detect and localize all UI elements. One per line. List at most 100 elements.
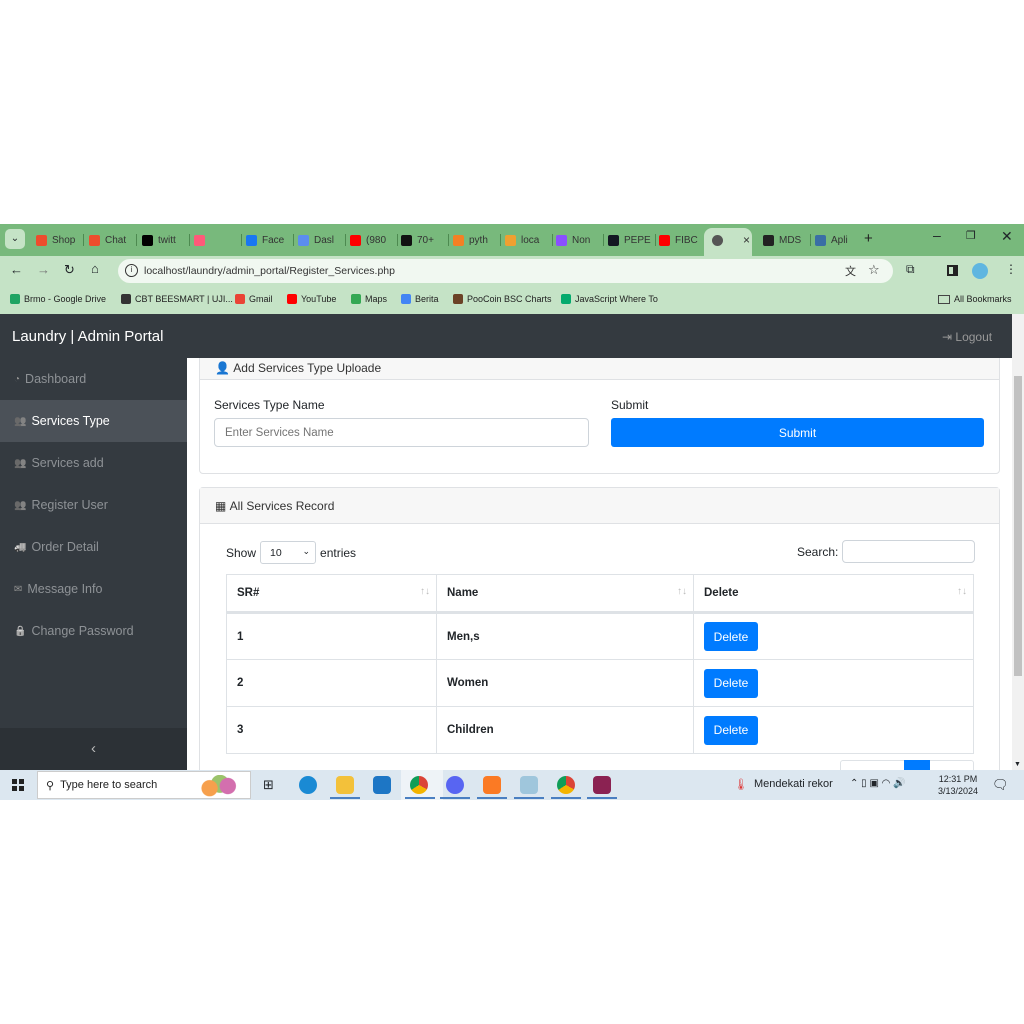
column-name[interactable]: Name ↑↓ [436, 574, 694, 614]
winrar-icon[interactable] [593, 776, 611, 794]
tab-favicon [556, 234, 567, 246]
submit-button[interactable]: Submit [611, 418, 984, 447]
task-view-icon[interactable]: ⊞ [263, 777, 274, 793]
edge-icon[interactable] [299, 776, 317, 794]
browser-tab[interactable]: PEPE [608, 231, 652, 249]
browser-tab[interactable]: (980 [350, 231, 394, 249]
system-tray-icons[interactable]: ⌃ ▯ ▣ ◠ 🔊 [850, 778, 906, 789]
tab-search-button[interactable]: ⌄ [5, 229, 25, 249]
page-scrollbar[interactable]: ▼ [1012, 314, 1024, 770]
browser-tab[interactable]: 70+ [401, 231, 445, 249]
menu-icon[interactable]: ⋮ [1005, 262, 1017, 276]
mail-icon[interactable] [373, 776, 391, 794]
side-panel-icon[interactable] [947, 265, 958, 276]
chrome-icon[interactable] [410, 776, 428, 794]
browser-toolbar: ← → ↻ ⌂ i localhost/laundry/admin_portal… [0, 256, 1024, 286]
browser-tab[interactable] [194, 231, 238, 249]
scroll-thumb[interactable] [1014, 376, 1022, 676]
bookmark-star-icon[interactable]: ☆ [868, 262, 880, 278]
table-row: 2 Women Delete [226, 659, 974, 707]
bookmark-item[interactable]: Brmo - Google Drive [10, 294, 106, 304]
browser-tab[interactable]: × [712, 231, 752, 249]
page-current[interactable] [904, 760, 930, 770]
bookmark-item[interactable]: Berita [401, 294, 439, 304]
discord-icon[interactable] [446, 776, 464, 794]
search-input[interactable] [842, 540, 976, 563]
close-window-button[interactable]: ✕ [1001, 228, 1013, 245]
chrome-profile-icon[interactable] [557, 776, 575, 794]
browser-tab[interactable]: twitt [142, 231, 186, 249]
column-delete[interactable]: Delete ↑↓ [693, 574, 974, 614]
tab-title: loca [521, 234, 540, 246]
extensions-icon[interactable]: ⧉ [906, 262, 915, 277]
weather-widget[interactable]: 🌡 Mendekati rekor [734, 778, 833, 791]
minimize-button[interactable]: – [933, 227, 941, 243]
translate-icon[interactable]: 文 [845, 263, 856, 279]
browser-tab[interactable]: Non [556, 231, 600, 249]
browser-tab[interactable]: Dasl [298, 231, 342, 249]
sr-cell: 1 [226, 612, 437, 660]
pagination[interactable] [840, 760, 974, 770]
delete-button[interactable]: Delete [704, 668, 758, 698]
sidebar-item-dashboard[interactable]: ◔ Dashboard [0, 358, 187, 400]
delete-button[interactable]: Delete [704, 715, 758, 745]
all-bookmarks[interactable]: All Bookmarks [938, 294, 1012, 304]
scroll-down-arrow[interactable]: ▼ [1014, 761, 1021, 768]
bookmark-item[interactable]: CBT BEESMART | UJI... [121, 294, 233, 304]
delete-cell: Delete [693, 659, 974, 707]
sr-cell: 2 [226, 659, 437, 707]
sidebar-collapse-button[interactable]: ‹ [0, 728, 187, 770]
bookmark-item[interactable]: Maps [351, 294, 387, 304]
home-icon[interactable]: ⌂ [91, 261, 99, 276]
file-explorer-icon[interactable] [336, 776, 354, 794]
sidebar-item-message-info[interactable]: ✉ Message Info [0, 568, 187, 610]
profile-avatar[interactable] [972, 263, 988, 279]
back-icon[interactable]: ← [10, 262, 23, 277]
entries-select[interactable]: 10 ⌄ [260, 541, 317, 564]
sidebar-item-order-detail[interactable]: 🚚 Order Detail [0, 526, 187, 568]
bookmark-item[interactable]: YouTube [287, 294, 336, 304]
logout-link[interactable]: ⇥ Logout [942, 330, 992, 344]
notification-icon[interactable]: 🗨 [992, 777, 1009, 793]
browser-tab[interactable]: Apli [815, 231, 859, 249]
notepad-icon[interactable] [520, 776, 538, 794]
browser-tab[interactable]: pyth [453, 231, 497, 249]
new-tab-button[interactable]: + [864, 230, 873, 247]
bookmark-item[interactable]: PooCoin BSC Charts [453, 294, 552, 304]
service-name-input[interactable] [214, 418, 589, 447]
site-info-icon[interactable]: i [125, 264, 138, 277]
tab-title: Apli [831, 234, 848, 246]
delete-button[interactable]: Delete [704, 622, 758, 651]
browser-tab[interactable]: Face [246, 231, 290, 249]
browser-tab[interactable]: loca [505, 231, 549, 249]
column-sr[interactable]: SR# ↑↓ [226, 574, 437, 614]
sidebar-item-services-type[interactable]: 👥 Services Type [0, 400, 187, 442]
browser-tab[interactable]: MDS [763, 231, 807, 249]
thermometer-icon: 🌡 [734, 779, 748, 791]
address-bar[interactable]: i localhost/laundry/admin_portal/Registe… [118, 259, 893, 283]
taskbar-search[interactable]: ⚲ Type here to search [37, 771, 251, 799]
sidebar-item-services-add[interactable]: 👥 Services add [0, 442, 187, 484]
tab-favicon [194, 234, 205, 246]
xampp-icon[interactable] [483, 776, 501, 794]
tab-favicon [350, 234, 361, 246]
tab-separator [136, 234, 137, 246]
table-icon: ▦ [215, 498, 230, 513]
bookmark-item[interactable]: JavaScript Where To [561, 294, 658, 304]
close-tab-icon[interactable]: × [743, 233, 750, 247]
bookmark-item[interactable]: Gmail [235, 294, 273, 304]
browser-tab[interactable]: Chat [89, 231, 133, 249]
start-button[interactable] [12, 779, 24, 791]
restore-button[interactable]: ❐ [966, 229, 976, 242]
sidebar-item-change-password[interactable]: 🔒 Change Password [0, 610, 187, 652]
bookmark-favicon [453, 294, 463, 304]
browser-tab[interactable]: Shop [36, 231, 80, 249]
top-navbar: Laundry | Admin Portal ⇥ Logout [0, 314, 1012, 358]
sidebar-item-register-user[interactable]: 👥 Register User [0, 484, 187, 526]
reload-icon[interactable]: ↻ [64, 262, 75, 278]
sign-out-icon: ⇥ [942, 330, 953, 344]
browser-tab[interactable]: FIBC [659, 231, 703, 249]
clock[interactable]: 12:31 PM 3/13/2024 [938, 773, 978, 797]
forward-icon[interactable]: → [37, 262, 50, 277]
brand[interactable]: Laundry | Admin Portal [12, 328, 163, 345]
